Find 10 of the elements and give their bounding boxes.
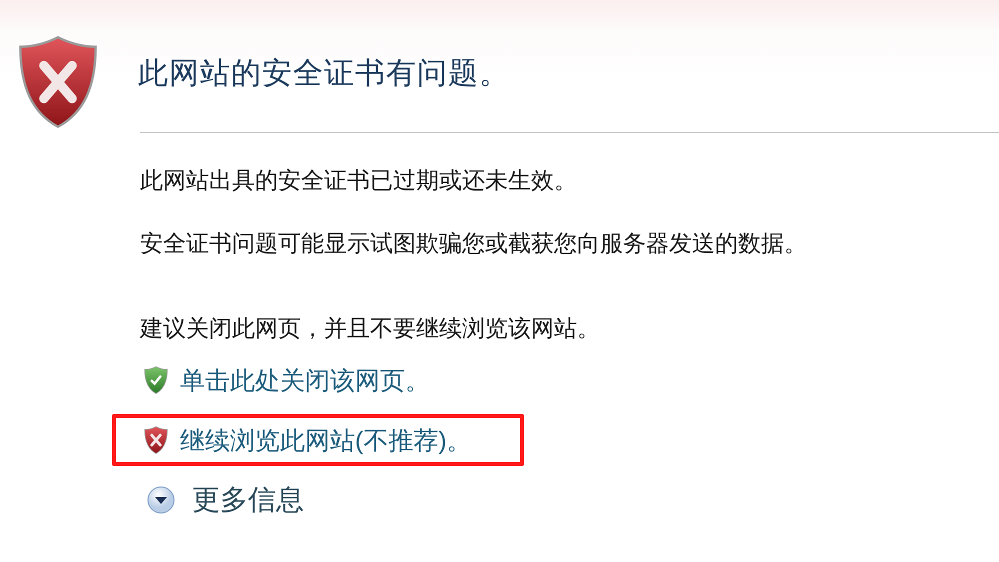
shield-check-icon xyxy=(144,366,168,394)
paragraph: 建议关闭此网页，并且不要继续浏览该网站。 xyxy=(140,314,601,344)
shield-cross-icon xyxy=(144,426,168,454)
more-info-toggle[interactable]: 更多信息 xyxy=(146,481,304,520)
page-title: 此网站的安全证书有问题。 xyxy=(138,56,510,92)
paragraph: 安全证书问题可能显示试图欺骗您或截获您向服务器发送的数据。 xyxy=(140,229,808,258)
paragraph: 此网站出具的安全证书已过期或还未生效。 xyxy=(140,166,578,196)
link[interactable]: 继续浏览此网站(不推荐)。 xyxy=(180,424,472,457)
shield-cross-icon xyxy=(18,35,98,130)
link[interactable]: 单击此处关闭该网页。 xyxy=(180,364,430,397)
